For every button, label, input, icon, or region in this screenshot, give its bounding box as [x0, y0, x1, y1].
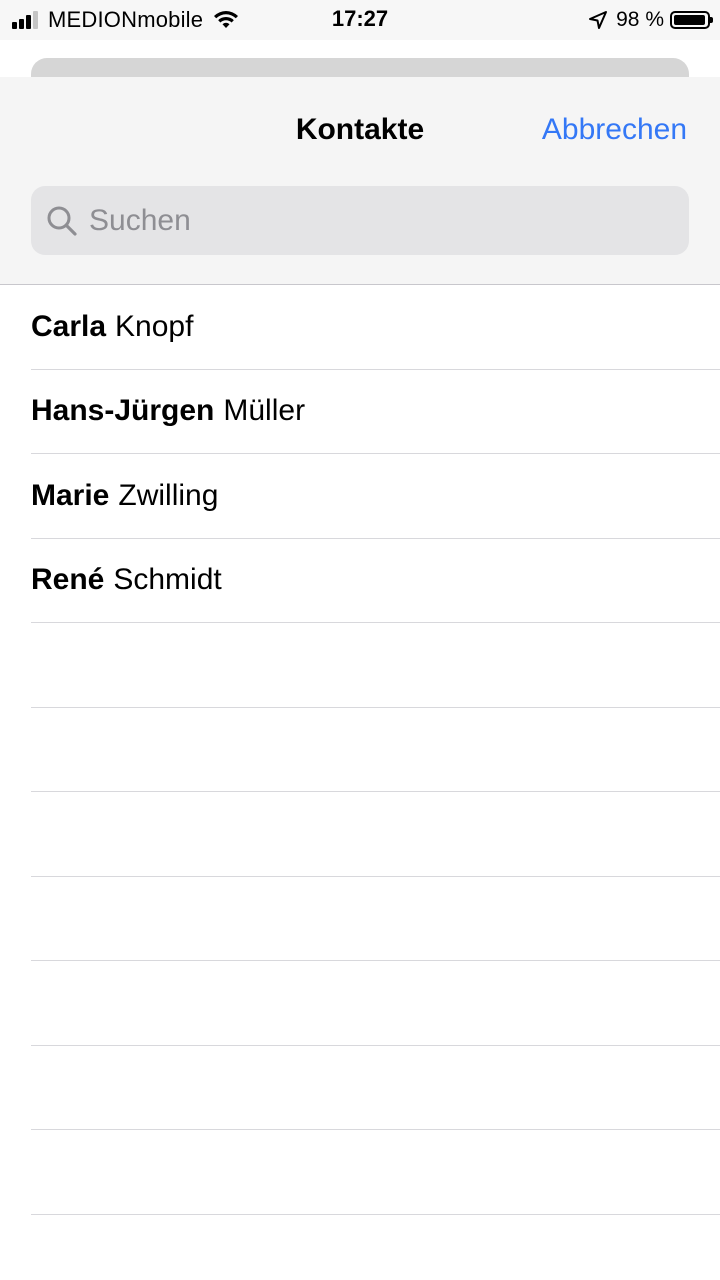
contact-last-name: Knopf — [115, 309, 194, 343]
battery-cap — [710, 17, 713, 23]
empty-row — [31, 877, 720, 961]
search-icon — [47, 206, 77, 236]
contact-last-name: Müller — [223, 394, 306, 428]
contact-row[interactable]: Hans-Jürgen Müller — [31, 370, 720, 454]
empty-row — [31, 792, 720, 877]
search-input[interactable] — [89, 203, 649, 238]
battery-percent: 98 % — [616, 8, 664, 31]
location-arrow-icon — [589, 11, 608, 29]
modal-header: Kontakte Abbrechen — [0, 77, 720, 285]
empty-row — [31, 1046, 720, 1130]
contact-list: Carla Knopf Hans-Jürgen Müller Marie Zwi… — [0, 285, 720, 1215]
cancel-button[interactable]: Abbrechen — [542, 113, 687, 147]
contact-row[interactable]: Marie Zwilling — [31, 454, 720, 539]
contact-row[interactable]: Carla Knopf — [31, 285, 720, 370]
battery-icon — [670, 11, 713, 29]
contact-row[interactable]: René Schmidt — [31, 539, 720, 623]
empty-row — [31, 961, 720, 1046]
contact-last-name: Schmidt — [113, 563, 222, 597]
contact-first-name: Carla — [31, 309, 107, 343]
contact-first-name: René — [31, 563, 105, 597]
contact-last-name: Zwilling — [118, 478, 219, 512]
empty-row — [31, 708, 720, 792]
empty-row — [31, 623, 720, 708]
status-bar: MEDIONmobile 17:27 98 % — [0, 0, 720, 40]
contact-first-name: Marie — [31, 478, 110, 512]
search-bar[interactable] — [31, 186, 689, 255]
contacts-picker-screen: MEDIONmobile 17:27 98 % Kontakte Abbrech… — [0, 0, 720, 1280]
status-right: 98 % — [588, 8, 713, 32]
empty-row — [31, 1130, 720, 1215]
battery-fill — [674, 15, 706, 25]
contact-first-name: Hans-Jürgen — [31, 394, 215, 428]
